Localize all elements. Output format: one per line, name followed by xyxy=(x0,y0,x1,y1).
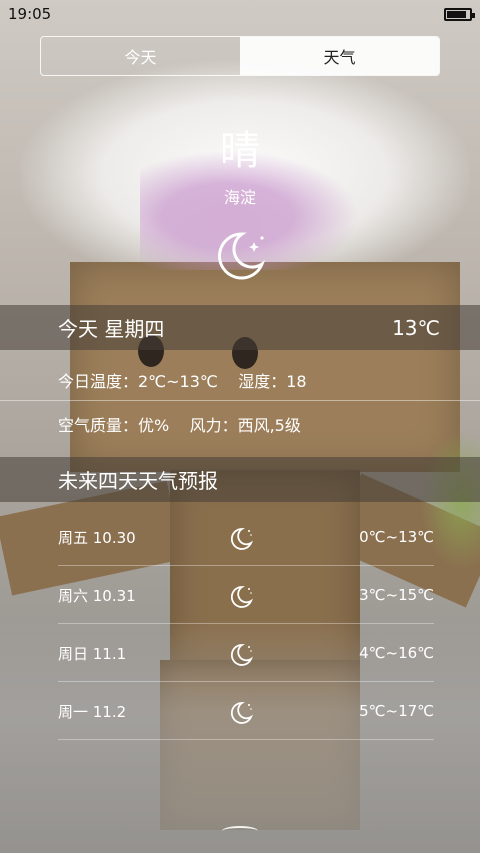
today-label: 今天 星期四 xyxy=(58,317,165,341)
forecast-row: 周一 11.2 5℃~17℃ xyxy=(0,682,480,740)
moon-icon xyxy=(230,528,254,550)
today-temp-range: 今日温度：2℃~13℃ xyxy=(58,372,218,391)
air-quality: 空气质量：优% xyxy=(58,416,170,435)
divider xyxy=(0,400,480,401)
battery-icon xyxy=(444,7,475,21)
today-humidity: 湿度：18 xyxy=(238,372,307,391)
today-air-wind: 空气质量：优% 风力：西风,5级 xyxy=(58,412,301,436)
forecast-row: 周五 10.30 0℃~13℃ xyxy=(0,508,480,566)
status-bar: 19:05 xyxy=(0,0,480,28)
today-summary-row: 今天 星期四 13℃ xyxy=(58,305,440,350)
tab-today[interactable]: 今天 xyxy=(41,37,240,75)
moon-icon xyxy=(230,644,254,666)
pull-up-handle[interactable] xyxy=(222,826,258,836)
forecast-day: 周一 11.2 xyxy=(58,702,127,721)
moon-icon xyxy=(230,702,254,724)
moon-icon xyxy=(230,586,254,608)
today-temp-humidity: 今日温度：2℃~13℃ 湿度：18 xyxy=(58,368,307,392)
forecast-row: 周日 11.1 4℃~16℃ xyxy=(0,624,480,682)
moon-stars-icon xyxy=(218,232,266,280)
forecast-row: 周六 10.31 3℃~15℃ xyxy=(0,566,480,624)
forecast-day: 周五 10.30 xyxy=(58,528,136,547)
weather-condition: 晴 xyxy=(220,128,260,174)
segmented-tabs: 今天 天气 xyxy=(40,36,440,76)
forecast-title: 未来四天天气预报 xyxy=(58,469,218,493)
forecast-range: 4℃~16℃ xyxy=(359,644,434,662)
forecast-range: 3℃~15℃ xyxy=(359,586,434,604)
wind: 风力：西风,5级 xyxy=(189,416,301,435)
tab-weather[interactable]: 天气 xyxy=(240,37,439,75)
forecast-range: 0℃~13℃ xyxy=(359,528,434,546)
forecast-day: 周六 10.31 xyxy=(58,586,136,605)
forecast-list: 周五 10.30 0℃~13℃ 周六 10.31 3℃~15℃ 周日 11.1 … xyxy=(0,508,480,740)
status-time: 19:05 xyxy=(8,5,52,23)
city-name: 海淀 xyxy=(223,188,256,207)
today-temperature: 13℃ xyxy=(392,315,440,340)
forecast-day: 周日 11.1 xyxy=(58,644,127,663)
forecast-range: 5℃~17℃ xyxy=(359,702,434,720)
